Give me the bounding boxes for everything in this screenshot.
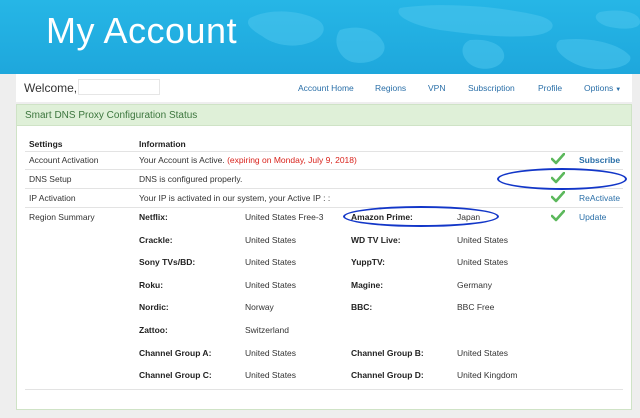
- region-service-label: WD TV Live:: [351, 235, 401, 245]
- setting-region-summary: Region Summary: [29, 212, 95, 222]
- region-value: BBC Free: [457, 302, 495, 312]
- info-account-activation: Your Account is Active. (expiring on Mon…: [139, 155, 357, 165]
- nav-options-dropdown[interactable]: Options ▼: [584, 83, 621, 93]
- check-icon: [551, 210, 565, 222]
- region-service-label: Roku:: [139, 280, 164, 290]
- region-value: Norway: [245, 302, 274, 312]
- nav-subscription[interactable]: Subscription: [468, 83, 515, 93]
- region-value: United States: [245, 235, 297, 245]
- row-divider: [25, 389, 623, 390]
- region-value: United States: [457, 257, 509, 267]
- setting-account-activation: Account Activation: [29, 155, 99, 165]
- update-link[interactable]: Update: [579, 212, 606, 222]
- region-value: United States: [245, 280, 297, 290]
- panel-title: Smart DNS Proxy Configuration Status: [25, 110, 198, 121]
- region-service-label: YuppTV:: [351, 257, 385, 267]
- region-value: Germany: [457, 280, 492, 290]
- region-service-label: Netflix:: [139, 212, 168, 222]
- region-value: United Kingdom: [457, 370, 518, 380]
- column-header-settings: Settings: [29, 139, 63, 149]
- region-service-label: Zattoo:: [139, 325, 168, 335]
- region-value: United States: [245, 257, 297, 267]
- region-service-label: Channel Group C:: [139, 370, 212, 380]
- row-divider: [25, 207, 623, 208]
- info-dns-setup: DNS is configured properly.: [139, 174, 243, 184]
- nav-regions[interactable]: Regions: [375, 83, 406, 93]
- region-service-label: Nordic:: [139, 302, 169, 312]
- nav-profile[interactable]: Profile: [538, 83, 562, 93]
- region-service-label: BBC:: [351, 302, 373, 312]
- nav-account-home[interactable]: Account Home: [298, 83, 354, 93]
- page-title: My Account: [46, 10, 238, 51]
- nav-vpn[interactable]: VPN: [428, 83, 445, 93]
- column-header-information: Information: [139, 139, 186, 149]
- info-ip-activation: Your IP is activated in our system, your…: [139, 193, 331, 203]
- region-value: United States: [457, 235, 509, 245]
- panel-header: Smart DNS Proxy Configuration Status: [17, 105, 631, 126]
- top-navbar: Welcome, Account Home Regions VPN Subscr…: [16, 74, 632, 102]
- account-active-text: Your Account is Active.: [139, 155, 225, 165]
- check-icon: [551, 153, 565, 165]
- username-redacted-box: [78, 79, 160, 95]
- region-value: Switzerland: [245, 325, 289, 335]
- annotation-circle-amazon-prime: [343, 206, 499, 227]
- annotation-circle-dns-check: [497, 168, 627, 190]
- region-service-label: Channel Group D:: [351, 370, 424, 380]
- region-service-label: Crackle:: [139, 235, 173, 245]
- region-value: United States: [457, 348, 509, 358]
- subscribe-link[interactable]: Subscribe: [579, 155, 620, 165]
- welcome-label: Welcome,: [24, 81, 78, 95]
- setting-dns-setup: DNS Setup: [29, 174, 72, 184]
- region-service-label: Channel Group B:: [351, 348, 424, 358]
- region-value: United States Free-3: [245, 212, 324, 222]
- region-value: United States: [245, 370, 297, 380]
- caret-down-icon: ▼: [615, 87, 622, 93]
- row-divider: [25, 151, 623, 152]
- expiry-date-text: (expiring on Monday, July 9, 2018): [227, 155, 357, 165]
- region-value: United States: [245, 348, 297, 358]
- nav-options-label: Options: [584, 83, 614, 93]
- region-service-label: Channel Group A:: [139, 348, 212, 358]
- region-service-label: Sony TVs/BD:: [139, 257, 196, 267]
- dns-status-panel: Smart DNS Proxy Configuration Status Set…: [16, 104, 632, 410]
- region-service-label: Magine:: [351, 280, 384, 290]
- setting-ip-activation: IP Activation: [29, 193, 76, 203]
- reactivate-link[interactable]: ReActivate: [579, 193, 620, 203]
- header-banner: My Account: [0, 0, 640, 74]
- check-icon: [551, 191, 565, 203]
